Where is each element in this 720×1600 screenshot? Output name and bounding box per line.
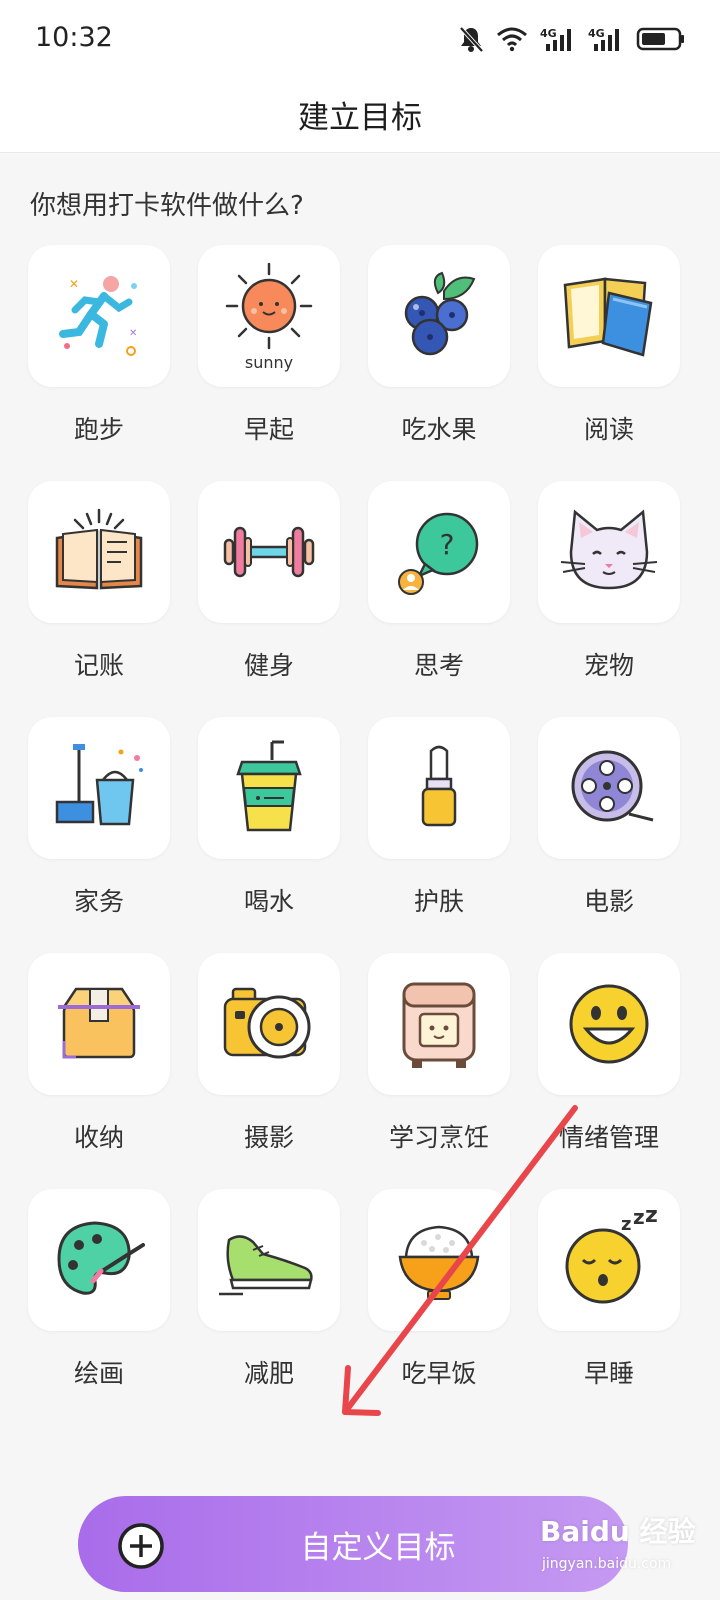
baidu-watermark: Baidu 经验 jingyan.baidu.com [540, 1510, 700, 1590]
annotation-arrow-icon [342, 1105, 578, 1416]
watermark-brand: Baidu 经验 [540, 1515, 696, 1548]
watermark-url: jingyan.baidu.com [542, 1556, 672, 1572]
